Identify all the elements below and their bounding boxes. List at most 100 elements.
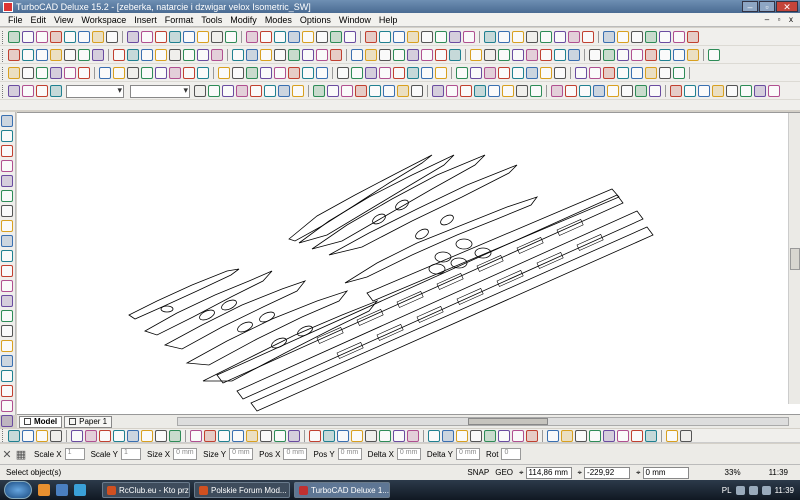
tool-icon[interactable] — [141, 31, 153, 43]
tool-icon[interactable] — [1, 415, 13, 427]
tool-icon[interactable] — [344, 31, 356, 43]
tool-icon[interactable] — [407, 49, 419, 61]
tool-icon[interactable] — [379, 429, 391, 442]
tool-icon[interactable] — [421, 31, 433, 43]
tool-icon[interactable] — [316, 49, 328, 61]
tool-icon[interactable] — [85, 429, 97, 442]
tool-icon[interactable] — [274, 429, 286, 442]
tool-icon[interactable] — [397, 85, 409, 97]
tool-icon[interactable] — [155, 31, 167, 43]
tool-icon[interactable] — [351, 429, 363, 442]
tool-icon[interactable] — [442, 429, 454, 442]
tool-icon[interactable] — [407, 429, 419, 442]
tool-icon[interactable] — [288, 67, 300, 79]
pos-x-input[interactable]: 0 mm — [283, 448, 308, 460]
toolbar-grip[interactable] — [2, 30, 5, 44]
tool-icon[interactable] — [603, 67, 615, 79]
tool-icon[interactable] — [393, 429, 405, 442]
tool-icon[interactable] — [260, 31, 272, 43]
tool-icon[interactable] — [673, 31, 685, 43]
tool-icon[interactable] — [260, 429, 272, 442]
tool-icon[interactable] — [565, 85, 577, 97]
tool-icon[interactable] — [1, 145, 13, 157]
tool-icon[interactable] — [498, 429, 510, 442]
drawing-canvas[interactable] — [17, 112, 800, 415]
tool-icon[interactable] — [456, 67, 468, 79]
vertical-scroll-thumb[interactable] — [790, 248, 800, 270]
tool-icon[interactable] — [36, 49, 48, 61]
tool-icon[interactable] — [561, 429, 573, 442]
tool-icon[interactable] — [1, 160, 13, 172]
tool-icon[interactable] — [754, 85, 766, 97]
tool-icon[interactable] — [631, 429, 643, 442]
tool-icon[interactable] — [246, 429, 258, 442]
tool-icon[interactable] — [645, 67, 657, 79]
tool-icon[interactable] — [36, 85, 48, 97]
tool-icon[interactable] — [593, 85, 605, 97]
tab-model[interactable]: Model — [19, 415, 63, 428]
tool-icon[interactable] — [603, 429, 615, 442]
tool-icon[interactable] — [155, 429, 167, 442]
tool-icon[interactable] — [698, 85, 710, 97]
tool-icon[interactable] — [208, 85, 220, 97]
taskbar-task-forum[interactable]: Polskie Forum Mod... — [194, 482, 290, 498]
menu-tools[interactable]: Tools — [197, 15, 226, 25]
tool-icon[interactable] — [1, 310, 13, 322]
tool-icon[interactable] — [92, 31, 104, 43]
tool-icon[interactable] — [568, 31, 580, 43]
tool-icon[interactable] — [607, 85, 619, 97]
menu-format[interactable]: Format — [161, 15, 198, 25]
tool-icon[interactable] — [666, 429, 678, 442]
tool-icon[interactable] — [288, 49, 300, 61]
tool-icon[interactable] — [645, 31, 657, 43]
tool-icon[interactable] — [635, 85, 647, 97]
tool-icon[interactable] — [393, 31, 405, 43]
tool-icon[interactable] — [351, 67, 363, 79]
tool-icon[interactable] — [64, 67, 76, 79]
tool-icon[interactable] — [365, 49, 377, 61]
tool-icon[interactable] — [313, 85, 325, 97]
tool-icon[interactable] — [421, 67, 433, 79]
tool-icon[interactable] — [708, 49, 720, 61]
menu-file[interactable]: File — [4, 15, 27, 25]
tool-icon[interactable] — [621, 85, 633, 97]
tool-icon[interactable] — [726, 85, 738, 97]
maximize-button[interactable]: ▫ — [759, 1, 775, 12]
tool-icon[interactable] — [288, 429, 300, 442]
tool-icon[interactable] — [446, 85, 458, 97]
tool-icon[interactable] — [484, 31, 496, 43]
tool-icon[interactable] — [554, 67, 566, 79]
tool-icon[interactable] — [365, 67, 377, 79]
tool-icon[interactable] — [190, 429, 202, 442]
tool-icon[interactable] — [337, 67, 349, 79]
tool-icon[interactable] — [1, 265, 13, 277]
tool-icon[interactable] — [575, 67, 587, 79]
tool-icon[interactable] — [379, 67, 391, 79]
tool-icon[interactable] — [659, 49, 671, 61]
tool-icon[interactable] — [246, 49, 258, 61]
tool-icon[interactable] — [278, 85, 290, 97]
grid-icon[interactable]: ▦ — [14, 448, 28, 461]
scale-x-input[interactable]: 1 — [64, 448, 85, 460]
tool-icon[interactable] — [540, 67, 552, 79]
tool-icon[interactable] — [407, 31, 419, 43]
tool-icon[interactable] — [589, 429, 601, 442]
tool-icon[interactable] — [127, 67, 139, 79]
horizontal-scrollbar[interactable] — [177, 417, 789, 426]
tool-icon[interactable] — [274, 49, 286, 61]
tool-icon[interactable] — [330, 31, 342, 43]
tool-icon[interactable] — [645, 429, 657, 442]
tool-icon[interactable] — [155, 67, 167, 79]
menu-view[interactable]: View — [50, 15, 77, 25]
network-icon[interactable] — [735, 485, 745, 495]
delta-y-input[interactable]: 0 mm — [456, 448, 480, 460]
tool-icon[interactable] — [8, 31, 20, 43]
tool-icon[interactable] — [78, 67, 90, 79]
tool-icon[interactable] — [554, 31, 566, 43]
tool-icon[interactable] — [141, 49, 153, 61]
tool-icon[interactable] — [379, 49, 391, 61]
tool-icon[interactable] — [463, 31, 475, 43]
tool-icon[interactable] — [264, 85, 276, 97]
menu-insert[interactable]: Insert — [130, 15, 161, 25]
tool-icon[interactable] — [327, 85, 339, 97]
